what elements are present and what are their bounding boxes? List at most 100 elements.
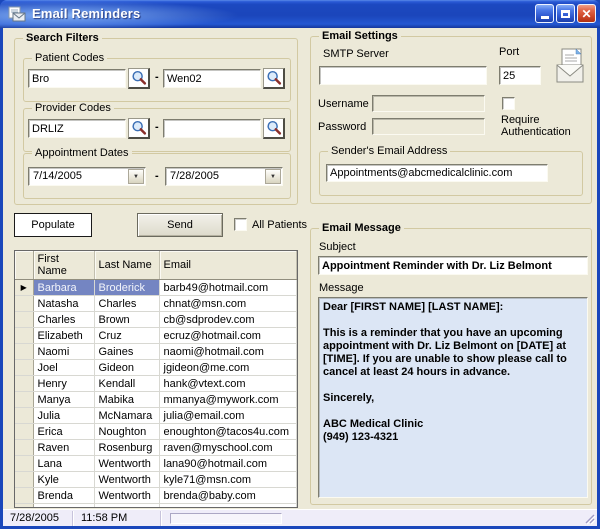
table-cell[interactable]: Joel xyxy=(33,360,94,376)
port-input[interactable] xyxy=(499,66,541,85)
smtp-server-input[interactable] xyxy=(319,66,487,85)
table-cell[interactable]: Gideon xyxy=(94,360,159,376)
row-selector[interactable] xyxy=(15,392,33,408)
table-cell[interactable]: Wentworth xyxy=(94,456,159,472)
table-cell[interactable]: Brown xyxy=(94,312,159,328)
row-selector[interactable] xyxy=(15,296,33,312)
table-cell[interactable]: Kyle xyxy=(33,472,94,488)
password-input[interactable] xyxy=(372,118,485,135)
row-selector[interactable] xyxy=(15,376,33,392)
table-cell[interactable]: Wentworth xyxy=(94,504,159,509)
table-cell[interactable]: Natasha xyxy=(33,296,94,312)
require-authentication-checkbox[interactable] xyxy=(502,97,515,110)
table-row[interactable]: LanaWentworthlana90@hotmail.com xyxy=(15,456,297,472)
maximize-button[interactable] xyxy=(556,4,575,23)
table-cell[interactable]: julia@email.com xyxy=(159,408,297,424)
table-cell[interactable]: James xyxy=(33,504,94,509)
table-cell[interactable]: barb49@hotmail.com xyxy=(159,280,297,296)
patient-code-to-input[interactable] xyxy=(163,69,261,88)
table-cell[interactable]: Gaines xyxy=(94,344,159,360)
table-row[interactable]: EricaNoughtonenoughton@tacos4u.com xyxy=(15,424,297,440)
row-selector[interactable] xyxy=(15,440,33,456)
table-row[interactable]: CharlesBrowncb@sdprodev.com xyxy=(15,312,297,328)
table-cell[interactable]: Charles xyxy=(94,296,159,312)
table-cell[interactable]: raven@myschool.com xyxy=(159,440,297,456)
column-header-first-name[interactable]: First Name xyxy=(33,251,94,280)
table-row[interactable]: NaomiGainesnaomi@hotmail.com xyxy=(15,344,297,360)
table-cell[interactable]: brenda@baby.com xyxy=(159,488,297,504)
table-cell[interactable]: cb@sdprodev.com xyxy=(159,312,297,328)
row-selector[interactable] xyxy=(15,472,33,488)
table-cell[interactable]: Mabika xyxy=(94,392,159,408)
row-selector[interactable] xyxy=(15,504,33,509)
all-patients-checkbox[interactable] xyxy=(234,218,247,231)
populate-button[interactable]: Populate xyxy=(14,213,92,237)
table-row[interactable]: NatashaCharleschnat@msn.com xyxy=(15,296,297,312)
row-selector[interactable] xyxy=(15,424,33,440)
patient-code-from-search-button[interactable] xyxy=(128,68,150,89)
table-cell[interactable]: naomi@hotmail.com xyxy=(159,344,297,360)
table-row[interactable]: JamesWentworthjimmy@cardiff.com xyxy=(15,504,297,509)
table-row[interactable]: KyleWentworthkyle71@msn.com xyxy=(15,472,297,488)
date-from-dropdown[interactable]: 7/14/2005 ▼ xyxy=(28,167,146,186)
table-cell[interactable]: lana90@hotmail.com xyxy=(159,456,297,472)
chevron-down-icon[interactable]: ▼ xyxy=(265,169,281,184)
table-cell[interactable]: Noughton xyxy=(94,424,159,440)
table-cell[interactable]: Henry xyxy=(33,376,94,392)
row-selector[interactable] xyxy=(15,408,33,424)
table-cell[interactable]: Broderick xyxy=(94,280,159,296)
table-cell[interactable]: jimmy@cardiff.com xyxy=(159,504,297,509)
message-textarea[interactable]: Dear [FIRST NAME] [LAST NAME]: This is a… xyxy=(318,297,588,498)
username-input[interactable] xyxy=(372,95,485,112)
table-cell[interactable]: mmanya@mywork.com xyxy=(159,392,297,408)
table-cell[interactable]: Wentworth xyxy=(94,472,159,488)
table-cell[interactable]: Barbara xyxy=(33,280,94,296)
table-cell[interactable]: Julia xyxy=(33,408,94,424)
column-header-email[interactable]: Email xyxy=(159,251,297,280)
minimize-button[interactable] xyxy=(535,4,554,23)
sender-email-input[interactable] xyxy=(326,164,548,182)
date-to-dropdown[interactable]: 7/28/2005 ▼ xyxy=(165,167,283,186)
table-row[interactable]: ▶BarbaraBroderickbarb49@hotmail.com xyxy=(15,280,297,296)
table-cell[interactable]: Wentworth xyxy=(94,488,159,504)
table-cell[interactable]: Lana xyxy=(33,456,94,472)
table-cell[interactable]: Naomi xyxy=(33,344,94,360)
send-button[interactable]: Send xyxy=(137,213,223,237)
table-cell[interactable]: ecruz@hotmail.com xyxy=(159,328,297,344)
table-cell[interactable]: Cruz xyxy=(94,328,159,344)
table-cell[interactable]: jgideon@me.com xyxy=(159,360,297,376)
resize-grip-icon[interactable] xyxy=(583,512,596,525)
row-selector[interactable]: ▶ xyxy=(15,280,33,296)
patient-code-from-input[interactable] xyxy=(28,69,126,88)
table-cell[interactable]: Elizabeth xyxy=(33,328,94,344)
table-cell[interactable]: Rosenburg xyxy=(94,440,159,456)
column-header-last-name[interactable]: Last Name xyxy=(94,251,159,280)
patient-grid[interactable]: First Name Last Name Email ▶BarbaraBrode… xyxy=(14,250,298,508)
table-row[interactable]: ManyaMabikammanya@mywork.com xyxy=(15,392,297,408)
table-cell[interactable]: kyle71@msn.com xyxy=(159,472,297,488)
row-selector[interactable] xyxy=(15,328,33,344)
table-cell[interactable]: Kendall xyxy=(94,376,159,392)
table-cell[interactable]: Raven xyxy=(33,440,94,456)
subject-input[interactable] xyxy=(318,256,588,275)
row-selector[interactable] xyxy=(15,456,33,472)
table-cell[interactable]: chnat@msn.com xyxy=(159,296,297,312)
table-cell[interactable]: Erica xyxy=(33,424,94,440)
table-row[interactable]: HenryKendallhank@vtext.com xyxy=(15,376,297,392)
provider-code-from-input[interactable] xyxy=(28,119,126,138)
table-cell[interactable]: hank@vtext.com xyxy=(159,376,297,392)
table-cell[interactable]: Brenda xyxy=(33,488,94,504)
table-row[interactable]: JuliaMcNamarajulia@email.com xyxy=(15,408,297,424)
table-row[interactable]: RavenRosenburgraven@myschool.com xyxy=(15,440,297,456)
table-cell[interactable]: enoughton@tacos4u.com xyxy=(159,424,297,440)
provider-code-to-input[interactable] xyxy=(163,119,261,138)
close-button[interactable]: ✕ xyxy=(577,4,596,23)
row-selector[interactable] xyxy=(15,344,33,360)
row-selector[interactable] xyxy=(15,312,33,328)
table-cell[interactable]: Charles xyxy=(33,312,94,328)
table-row[interactable]: ElizabethCruzecruz@hotmail.com xyxy=(15,328,297,344)
table-cell[interactable]: McNamara xyxy=(94,408,159,424)
provider-code-to-search-button[interactable] xyxy=(263,118,285,139)
provider-code-from-search-button[interactable] xyxy=(128,118,150,139)
chevron-down-icon[interactable]: ▼ xyxy=(128,169,144,184)
